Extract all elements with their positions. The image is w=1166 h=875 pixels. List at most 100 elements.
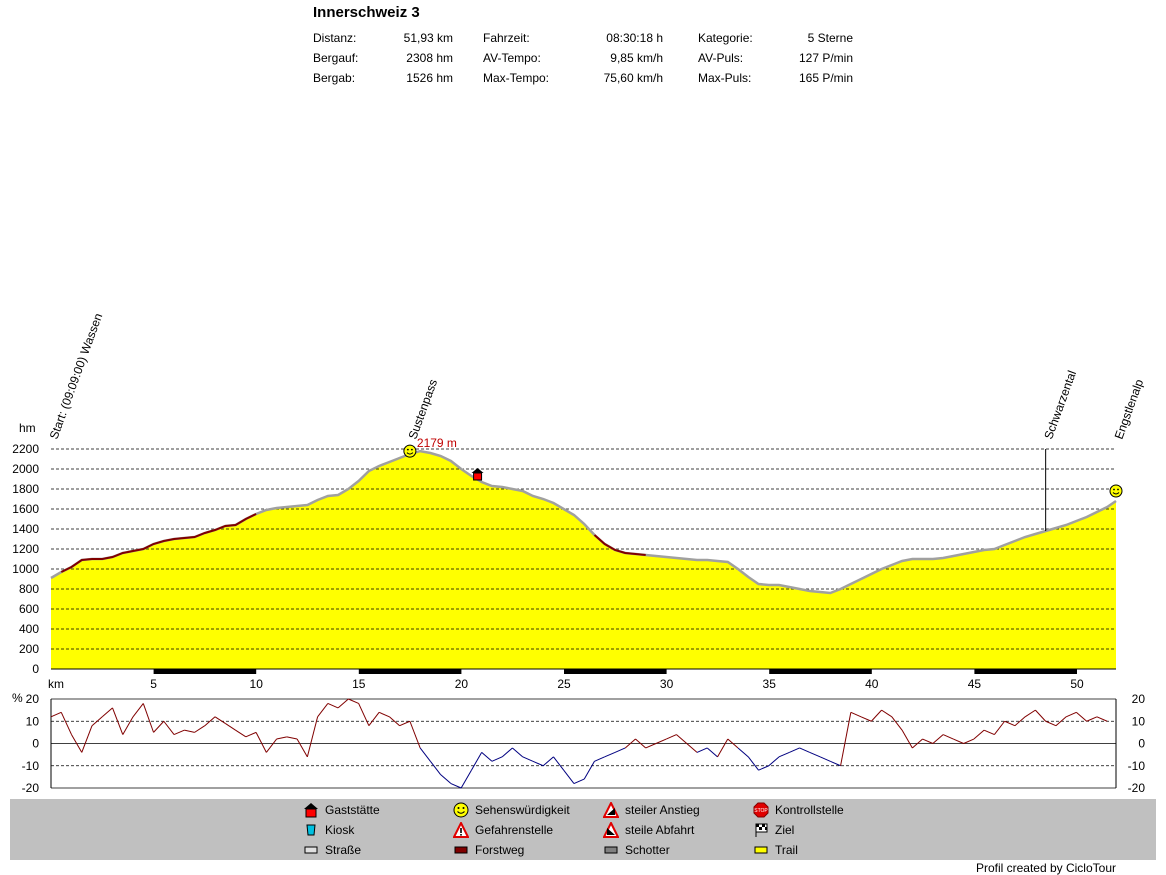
legend-label: Kontrollstelle	[775, 803, 844, 817]
gradient-line-segment	[983, 729, 995, 736]
gradient-line-segment	[604, 751, 616, 758]
gradient-axis-label: %	[12, 691, 23, 705]
legend-label: Gaststätte	[325, 803, 380, 817]
trail-swatch-icon	[753, 842, 769, 858]
km-scale-band	[769, 669, 872, 674]
gradient-line-segment	[1004, 720, 1016, 727]
legend-label: Ziel	[775, 823, 795, 837]
gradient-line-segment	[327, 702, 339, 709]
gradient-tick-label-left: 0	[32, 737, 39, 751]
smiley-eye	[410, 448, 413, 451]
gradient-line-segment	[758, 765, 769, 771]
legend-label: Sehenswürdigkeit	[475, 803, 570, 817]
descent-warning-icon	[602, 820, 620, 838]
gradient-line-segment	[265, 738, 277, 753]
gradient-line-segment	[50, 711, 62, 718]
forest-road-swatch-icon	[453, 842, 469, 858]
legend-label: Kiosk	[325, 823, 355, 837]
km-scale-band	[974, 669, 1077, 674]
gradient-line-segment	[1086, 716, 1098, 722]
gradient-line-segment	[440, 774, 452, 784]
waypoint-label: Schwarzental	[1041, 369, 1079, 441]
gradient-line-segment	[317, 703, 329, 718]
gradient-line-segment	[676, 734, 688, 744]
gradient-line-segment	[276, 736, 287, 740]
gradient-line-segment	[532, 760, 544, 767]
legend-label: Straße	[325, 843, 362, 857]
road-swatch-icon	[303, 842, 319, 858]
x-tick-label: 20	[455, 677, 469, 691]
gradient-line-segment	[337, 698, 349, 709]
gradient-line-segment	[430, 760, 442, 775]
y-tick-label: 2200	[12, 442, 39, 456]
gradient-line-segment	[306, 716, 319, 757]
gradient-line-segment	[583, 761, 595, 780]
gradient-line-segment	[348, 698, 359, 704]
checkered-flag-icon	[753, 822, 769, 838]
gradient-line-segment	[696, 747, 708, 753]
house-icon	[471, 468, 484, 481]
gradient-line-segment	[594, 756, 605, 762]
km-scale-band	[358, 669, 462, 674]
gradient-line-segment	[1065, 711, 1077, 718]
gradient-line-segment	[614, 747, 626, 753]
gradient-line-segment	[768, 756, 780, 767]
gradient-line-segment	[737, 747, 749, 758]
gradient-line-segment	[470, 752, 483, 771]
legend-item-forstweg: Forstweg	[453, 842, 524, 858]
y-tick-label: 200	[19, 642, 39, 656]
gradient-line-segment	[542, 756, 554, 767]
gradient-line-segment	[460, 769, 472, 789]
gradient-line-segment	[368, 712, 380, 727]
gradient-line-segment	[563, 769, 575, 784]
gradient-line-segment	[296, 738, 308, 758]
legend-item-trail: Trail	[753, 842, 798, 858]
x-tick-label: 15	[352, 677, 366, 691]
gradient-line-segment	[60, 712, 72, 735]
gradient-line-segment	[512, 747, 524, 758]
gradient-line-segment	[522, 756, 534, 762]
gradient-line-segment	[153, 720, 165, 733]
gradient-line-segment	[225, 723, 236, 731]
y-tick-label: 1200	[12, 542, 39, 556]
gradient-tick-label-right: -10	[1128, 759, 1146, 773]
y-axis-label: hm	[19, 421, 36, 435]
gradient-line-segment	[194, 725, 206, 733]
gradient-line-segment	[993, 720, 1006, 735]
gradient-line-segment	[860, 716, 872, 722]
gradient-line-segment	[799, 747, 811, 753]
gradient-line-segment	[850, 711, 862, 718]
gradient-line-segment	[747, 756, 759, 771]
house-body	[473, 472, 483, 481]
gradient-line-segment	[686, 743, 698, 753]
legend: Gaststätte Sehenswürdigkeit steiler Anst…	[10, 799, 1156, 860]
gradient-tick-label-left: -10	[22, 759, 40, 773]
y-tick-label: 1800	[12, 482, 39, 496]
waypoint-label: Sustenpass	[406, 377, 441, 441]
peak-elevation-annotation: 2179 m	[417, 436, 457, 450]
x-tick-label: 30	[660, 677, 674, 691]
gradient-line-segment	[481, 752, 493, 762]
gradient-line-segment	[491, 756, 503, 762]
svg-text:STOP: STOP	[754, 808, 768, 814]
legend-item-sehenswuerdigkeit: Sehenswürdigkeit	[453, 802, 570, 818]
gradient-line-segment	[645, 743, 657, 749]
gradient-line-segment	[419, 747, 431, 762]
gradient-line-segment	[81, 725, 93, 753]
y-tick-label: 1400	[12, 522, 39, 536]
legend-item-kontrollstelle: STOP Kontrollstelle	[753, 802, 844, 818]
climb-warning-icon	[602, 800, 620, 818]
gradient-line-segment	[142, 703, 155, 733]
smiley-icon	[1109, 484, 1123, 498]
gradient-line-segment	[1024, 709, 1036, 718]
gradient-tick-label-left: -20	[22, 781, 40, 795]
x-tick-label: 40	[865, 677, 879, 691]
legend-label: Forstweg	[475, 843, 525, 857]
gradient-line-segment	[409, 721, 421, 749]
waypoint-label: Engstlenalp	[1112, 377, 1147, 441]
gradient-line-segment	[235, 729, 247, 738]
elevation-area	[51, 451, 1116, 669]
km-scale-band	[564, 669, 667, 674]
gradient-line-segment	[789, 747, 800, 753]
house-icon	[303, 802, 319, 818]
